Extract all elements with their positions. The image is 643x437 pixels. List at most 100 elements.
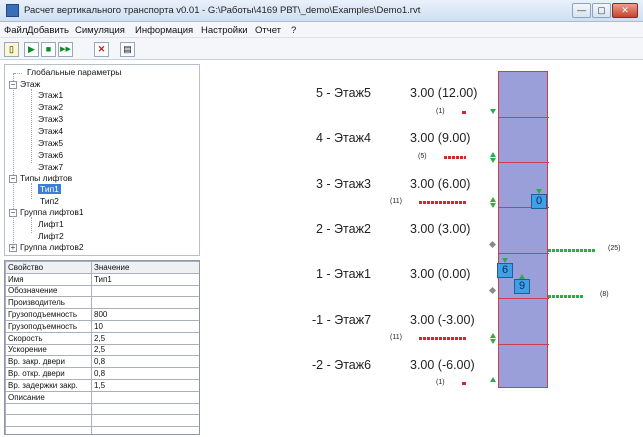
new-doc-icon[interactable]: ▯ [4, 42, 19, 57]
menu-info[interactable]: Информация [135, 25, 193, 36]
floor-divider [499, 298, 549, 299]
table-row[interactable]: Имя Тип1 [5, 272, 199, 286]
prop-value[interactable]: 1,5 [91, 378, 199, 392]
tree-item-group2[interactable]: Группа лифтов2 [20, 242, 84, 252]
column-header: Значение [91, 261, 199, 274]
prop-name [5, 402, 92, 416]
floor-height: 3.00 (12.00) [410, 86, 478, 100]
table-row[interactable] [5, 414, 199, 428]
tree-item-floor[interactable]: Этаж6 [38, 150, 63, 160]
tree-item-floor[interactable]: Этаж5 [38, 138, 63, 148]
floor-height: 3.00 (6.00) [410, 177, 471, 191]
tree-item-type-selected[interactable]: Тип1 [38, 184, 61, 194]
tree-item-floor[interactable]: Этаж2 [38, 102, 63, 112]
prop-value[interactable]: 0,8 [91, 355, 199, 369]
step-forward-icon[interactable]: ▶▶ [58, 42, 73, 57]
prop-value[interactable]: 0,8 [91, 367, 199, 380]
menu-simulation[interactable]: Симуляция [75, 25, 125, 36]
floor-height: 3.00 (3.00) [410, 222, 471, 236]
prop-value[interactable]: Тип1 [91, 272, 199, 286]
prop-value[interactable]: 2,5 [91, 343, 199, 357]
tree-item-group1[interactable]: Группа лифтов1 [20, 207, 84, 217]
prop-value[interactable] [91, 426, 199, 434]
tree-line [13, 73, 14, 243]
tree-item-floors[interactable]: Этаж [20, 79, 40, 89]
collapse-icon[interactable]: − [9, 209, 17, 217]
menu-help[interactable]: ? [291, 25, 296, 36]
toolbar: ▯ ▶ ■ ▶▶ ✕ ▤ [0, 38, 643, 60]
project-tree[interactable]: Глобальные параметры − Этаж Этаж1 Этаж2 … [4, 64, 200, 256]
table-row[interactable]: Грузоподъемность 10 [5, 319, 199, 333]
prop-name: Грузоподъемность [5, 319, 92, 333]
close-button[interactable]: ✕ [612, 3, 638, 18]
prop-name: Грузоподъемность [5, 308, 92, 321]
call-up-indicator [490, 197, 496, 202]
table-row[interactable]: Ускорение 2,5 [5, 343, 199, 357]
minimize-button[interactable]: — [572, 3, 591, 18]
table-row[interactable]: Вр. задержки закр. 1,5 [5, 378, 199, 392]
waiting-queue [444, 156, 466, 159]
prop-name: Описание [5, 390, 92, 404]
table-row[interactable]: Скорость 2,5 [5, 331, 199, 345]
prop-value[interactable]: 2,5 [91, 331, 199, 345]
tree-item-lift[interactable]: Лифт2 [38, 231, 64, 241]
app-icon [6, 4, 19, 17]
prop-name [5, 414, 92, 428]
prop-name: Ускорение [5, 343, 92, 357]
collapse-icon[interactable]: − [9, 81, 17, 89]
table-row[interactable]: Производитель [5, 296, 199, 310]
exiting-count: (8) [600, 291, 609, 298]
elevator-car[interactable]: 6 [497, 263, 513, 278]
table-row[interactable]: Грузоподъемность 800 [5, 308, 199, 321]
elevator-car[interactable]: 0 [531, 194, 547, 209]
prop-value[interactable]: 800 [91, 308, 199, 321]
waiting-count: (1) [436, 379, 445, 386]
window-title: Расчет вертикального транспорта v0.01 - … [24, 5, 421, 16]
tree-item-lift-types[interactable]: Типы лифтов [20, 173, 72, 183]
menu-add[interactable]: Добавить [27, 25, 69, 36]
prop-value[interactable] [91, 390, 199, 404]
prop-value[interactable] [91, 284, 199, 298]
elevator-car[interactable]: 9 [514, 279, 530, 294]
floor-divider [499, 117, 549, 118]
stop-icon[interactable]: ■ [41, 42, 56, 57]
prop-name: Скорость [5, 331, 92, 345]
menu-bar: Файл Добавить Симуляция Информация Настр… [0, 22, 643, 38]
properties-grid[interactable]: Свойство Значение Имя Тип1 Обозначение Пр… [4, 260, 200, 435]
tree-item-floor[interactable]: Этаж4 [38, 126, 63, 136]
floor-label: 2 - Этаж2 [316, 222, 371, 236]
tree-item-lift[interactable]: Лифт1 [38, 219, 64, 229]
exiting-count: (25) [608, 245, 621, 252]
simulation-view[interactable]: 5 - Этаж5 3.00 (12.00) 4 - Этаж4 3.00 (9… [204, 64, 643, 437]
prop-value[interactable] [91, 414, 199, 428]
floor-label: 3 - Этаж3 [316, 177, 371, 191]
prop-value[interactable] [91, 296, 199, 310]
properties-header: Свойство Значение [5, 261, 199, 274]
prop-value[interactable]: 10 [91, 319, 199, 333]
menu-settings[interactable]: Настройки [201, 25, 248, 36]
tree-item-floor[interactable]: Этаж1 [38, 90, 63, 100]
cancel-icon[interactable]: ✕ [94, 42, 109, 57]
prop-value[interactable] [91, 402, 199, 416]
table-row[interactable]: Вр. закр. двери 0,8 [5, 355, 199, 369]
prop-name: Вр. закр. двери [5, 355, 92, 369]
table-row[interactable]: Описание [5, 390, 199, 404]
tree-item-floor[interactable]: Этаж7 [38, 162, 63, 172]
collapse-icon[interactable]: − [9, 175, 17, 183]
menu-file[interactable]: Файл [4, 25, 27, 36]
expand-icon[interactable]: + [9, 244, 17, 252]
table-row[interactable]: Вр. откр. двери 0,8 [5, 367, 199, 380]
tree-item-floor[interactable]: Этаж3 [38, 114, 63, 124]
report-icon[interactable]: ▤ [120, 42, 135, 57]
maximize-button[interactable]: ▢ [592, 3, 611, 18]
menu-report[interactable]: Отчет [255, 25, 281, 36]
column-header: Свойство [5, 261, 92, 274]
elevator-shaft [498, 71, 549, 388]
tree-item-type[interactable]: Тип2 [40, 196, 59, 206]
table-row[interactable] [5, 402, 199, 416]
table-row[interactable]: Обозначение [5, 284, 199, 298]
tree-item-global[interactable]: Глобальные параметры [27, 67, 121, 77]
play-icon[interactable]: ▶ [24, 42, 39, 57]
table-row[interactable] [5, 426, 199, 434]
waiting-queue [462, 111, 466, 114]
